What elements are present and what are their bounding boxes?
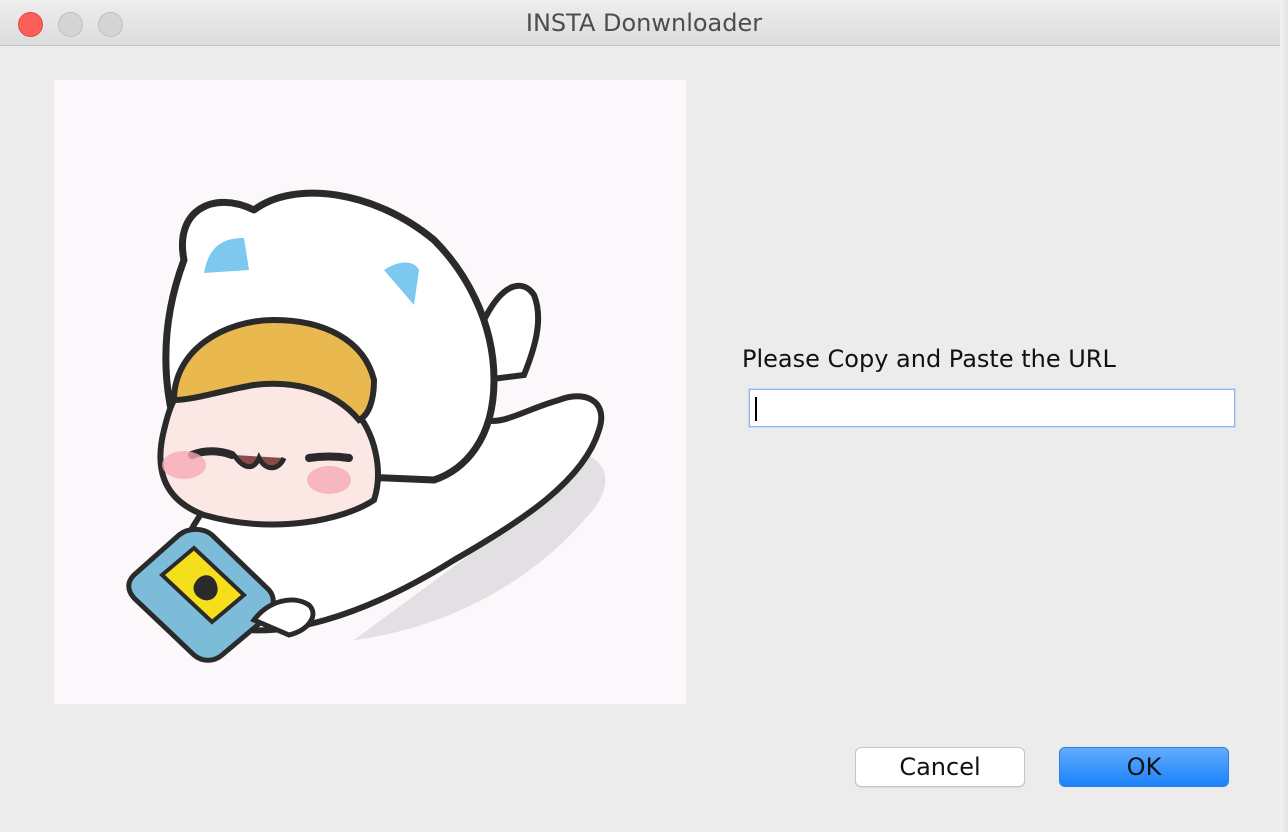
- window-title: INSTA Donwnloader: [525, 9, 763, 37]
- title-bar[interactable]: INSTA Donwnloader: [0, 0, 1288, 46]
- url-input-field[interactable]: [749, 389, 1235, 427]
- cancel-button[interactable]: Cancel: [855, 747, 1025, 787]
- ok-button[interactable]: OK: [1059, 747, 1229, 787]
- illustration-image: [54, 80, 686, 704]
- text-caret: [755, 397, 757, 421]
- dialog-window: INSTA Donwnloader Please Copy and Paste …: [0, 0, 1288, 832]
- background-window-edge: [1280, 0, 1288, 832]
- url-prompt-label: Please Copy and Paste the URL: [742, 345, 1116, 373]
